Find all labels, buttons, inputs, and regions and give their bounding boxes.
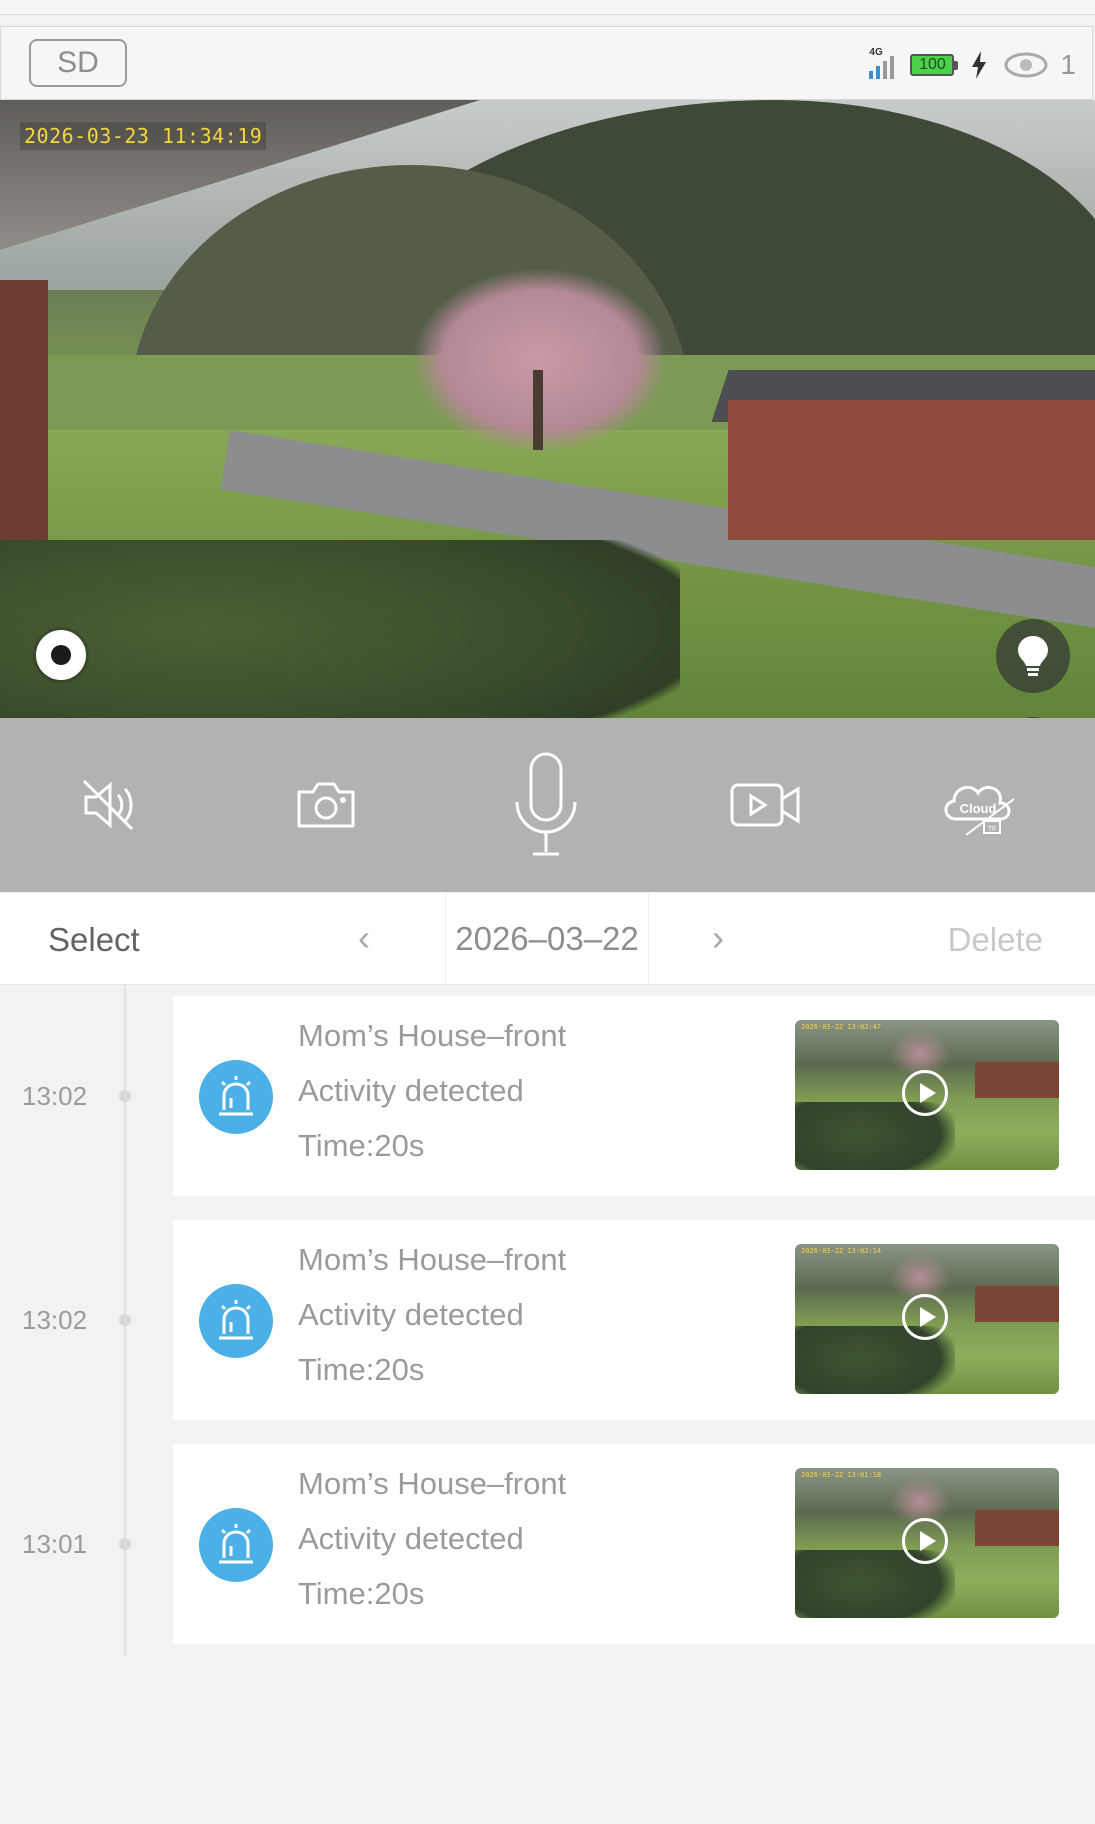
event-card[interactable]: Mom’s House–front Activity detected Time… <box>173 1444 1095 1644</box>
status-indicators: 4G 100 1 <box>869 45 1076 85</box>
microphone-icon <box>515 752 577 856</box>
top-strip <box>0 0 1095 15</box>
previous-day-button[interactable]: ‹ <box>358 917 370 959</box>
event-device-name: Mom’s House–front <box>298 1242 567 1277</box>
play-icon[interactable] <box>902 1070 948 1116</box>
thumbnail-timestamp: 2026-03-22 13:02:47 <box>801 1023 882 1031</box>
viewers-indicator: 1 <box>1004 49 1076 81</box>
current-date[interactable]: 2026–03–22 <box>445 893 649 984</box>
charging-icon <box>972 51 987 79</box>
speaker-muted-icon <box>82 779 134 831</box>
thumbnail-timestamp: 2026-03-22 13:01:18 <box>801 1471 882 1479</box>
signal-icon: 4G <box>869 47 895 79</box>
tf-label: TF <box>988 826 997 833</box>
timeline-dot <box>119 1314 131 1326</box>
snapshot-button[interactable] <box>276 718 376 892</box>
record-button[interactable] <box>715 718 815 892</box>
light-toggle-button[interactable] <box>996 619 1070 693</box>
play-icon[interactable] <box>902 1294 948 1340</box>
alarm-icon <box>199 1508 273 1582</box>
event-duration: Time:20s <box>298 1128 425 1163</box>
alarm-icon <box>199 1284 273 1358</box>
thumbnail-house <box>975 1062 1059 1098</box>
mute-button[interactable] <box>60 718 160 892</box>
delete-button[interactable]: Delete <box>948 921 1043 959</box>
event-thumbnail[interactable]: 2026-03-22 13:02:47 <box>795 1020 1059 1170</box>
battery-level: 100 <box>919 56 946 73</box>
control-bar: Cloud TF <box>0 718 1095 892</box>
date-navigation-bar: Select ‹ 2026–03–22 › Delete <box>0 893 1095 985</box>
thumbnail-timestamp: 2026-03-22 13:02:14 <box>801 1247 882 1255</box>
event-type: Activity detected <box>298 1521 524 1556</box>
event-time: 13:02 <box>22 1081 88 1111</box>
camera-timestamp: 2026-03-23 11:34:19 <box>20 122 267 150</box>
live-camera-view[interactable]: 2026-03-23 11:34:19 <box>0 100 1095 718</box>
camera-house <box>728 400 1095 540</box>
camera-tree-trunk <box>533 370 543 450</box>
camera-snapshot-icon <box>297 782 355 828</box>
event-type: Activity detected <box>298 1297 524 1332</box>
event-duration: Time:20s <box>298 1576 425 1611</box>
camera-brick-pillar <box>0 280 48 570</box>
event-time: 13:01 <box>22 1529 88 1559</box>
video-record-icon <box>730 783 800 827</box>
cloud-label: Cloud <box>960 801 997 816</box>
light-bulb-icon <box>1018 636 1048 676</box>
event-device-name: Mom’s House–front <box>298 1466 567 1501</box>
viewer-count: 1 <box>1060 49 1076 80</box>
event-thumbnail[interactable]: 2026-03-22 13:01:18 <box>795 1468 1059 1618</box>
network-type-label: 4G <box>869 47 883 58</box>
battery-icon: 100 <box>910 54 959 76</box>
event-card[interactable]: Mom’s House–front Activity detected Time… <box>173 1220 1095 1420</box>
camera-shrubs <box>0 540 680 718</box>
sd-card-button[interactable]: SD <box>29 39 127 87</box>
timeline-dot <box>119 1538 131 1550</box>
timeline-dot <box>119 1090 131 1102</box>
thumbnail-house <box>975 1286 1059 1322</box>
event-duration: Time:20s <box>298 1352 425 1387</box>
select-button[interactable]: Select <box>48 921 140 959</box>
play-icon[interactable] <box>902 1518 948 1564</box>
thumbnail-house <box>975 1510 1059 1546</box>
ptz-control-icon[interactable] <box>36 630 86 680</box>
cloud-tf-icon: Cloud TF <box>944 785 1015 836</box>
event-card[interactable]: Mom’s House–front Activity detected Time… <box>173 996 1095 1196</box>
event-thumbnail[interactable]: 2026-03-22 13:02:14 <box>795 1244 1059 1394</box>
alarm-icon <box>199 1060 273 1134</box>
talk-button[interactable] <box>496 718 596 892</box>
cloud-storage-button[interactable]: Cloud TF <box>930 718 1030 892</box>
next-day-button[interactable]: › <box>712 917 724 959</box>
eye-icon <box>1004 52 1048 78</box>
event-type: Activity detected <box>298 1073 524 1108</box>
event-time: 13:02 <box>22 1305 88 1335</box>
event-device-name: Mom’s House–front <box>298 1018 567 1053</box>
device-status-bar: SD 4G 100 1 <box>0 26 1093 100</box>
